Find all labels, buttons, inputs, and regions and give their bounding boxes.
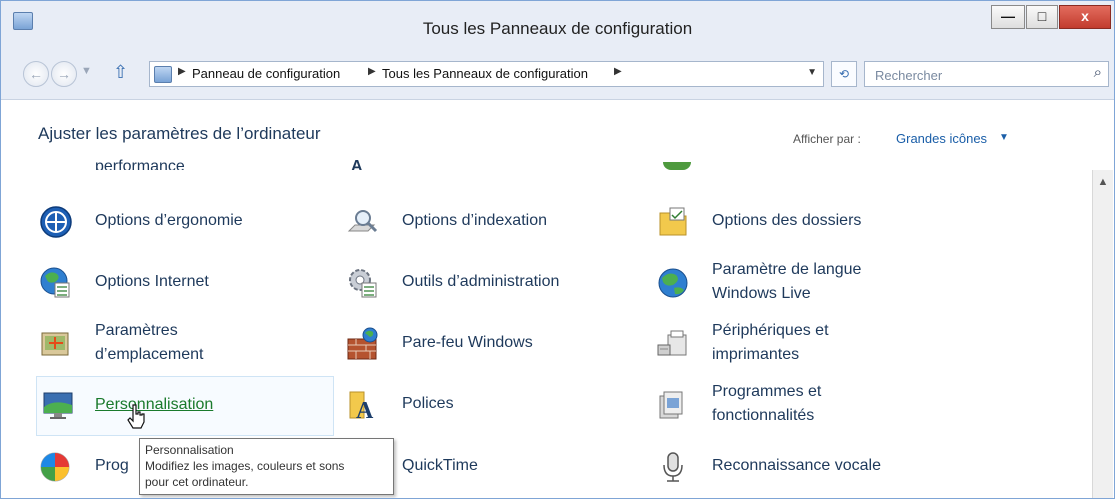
- breadcrumb-all-control-panel-items[interactable]: Tous les Panneaux de configuration: [382, 66, 588, 81]
- search-input[interactable]: [873, 65, 1077, 85]
- breadcrumb-separator-icon[interactable]: ▶: [178, 66, 186, 77]
- partial-item-label[interactable]: A: [351, 158, 363, 170]
- internet-options-icon: [40, 267, 70, 298]
- item-windows-live-language[interactable]: Paramètre de langue Windows Live: [656, 254, 986, 310]
- item-label-line-2: d’emplacement: [95, 346, 204, 363]
- item-label: Options Internet: [95, 273, 209, 290]
- tooltip: Personnalisation Modifiez les images, co…: [139, 438, 394, 495]
- control-panel-window: Tous les Panneaux de configuration — □ x…: [0, 0, 1115, 499]
- personalization-icon: [43, 392, 73, 419]
- scroll-up-arrow-icon[interactable]: ▲: [1093, 176, 1113, 188]
- item-label: Options d’indexation: [402, 212, 547, 229]
- item-label: QuickTime: [402, 457, 478, 474]
- back-button[interactable]: ←: [23, 61, 49, 87]
- partial-globe-icon: [663, 162, 691, 170]
- item-label: Options d’ergonomie: [95, 212, 243, 229]
- item-label-line-1: Programmes et: [712, 383, 822, 400]
- item-label-line-1: Périphériques et: [712, 322, 829, 339]
- item-label: Reconnaissance vocale: [712, 457, 881, 474]
- indexing-options-icon: [347, 210, 378, 233]
- view-by-label: Afficher par :: [793, 132, 861, 146]
- item-personalization[interactable]: Personnalisation: [36, 376, 334, 436]
- content-area: Ajuster les paramètres de l’ordinateur A…: [1, 100, 1114, 498]
- minimize-icon: —: [1001, 8, 1015, 24]
- up-arrow-icon[interactable]: ⇧: [113, 62, 128, 83]
- item-devices-printers[interactable]: Périphériques et imprimantes: [656, 315, 986, 371]
- close-button[interactable]: x: [1059, 5, 1111, 29]
- item-label-line-2: fonctionnalités: [712, 407, 815, 424]
- address-bar[interactable]: ▶ Panneau de configuration ▶ Tous les Pa…: [149, 61, 824, 87]
- refresh-icon: ⟲: [838, 67, 850, 81]
- search-icon[interactable]: ⌕: [1094, 64, 1102, 81]
- tooltip-title: Personnalisation: [145, 443, 234, 457]
- item-location-settings[interactable]: Paramètres d’emplacement: [39, 315, 329, 371]
- fonts-icon: A: [349, 391, 374, 422]
- firewall-icon: [347, 327, 378, 360]
- vertical-scrollbar[interactable]: ▲: [1092, 170, 1113, 498]
- forward-arrow-icon: →: [57, 66, 71, 82]
- breadcrumb-separator-icon[interactable]: ▶: [368, 66, 376, 77]
- tooltip-line-2: pour cet ordinateur.: [145, 475, 249, 489]
- location-settings-icon: [41, 332, 69, 356]
- maximize-icon: □: [1037, 8, 1047, 24]
- svg-text:A: A: [356, 398, 374, 422]
- item-windows-firewall[interactable]: Pare-feu Windows: [346, 315, 646, 371]
- item-indexing-options[interactable]: Options d’indexation: [346, 193, 646, 249]
- window-title: Tous les Panneaux de configuration: [422, 19, 693, 38]
- speech-recognition-icon: [663, 452, 683, 482]
- back-arrow-icon: ←: [29, 66, 43, 82]
- forward-button[interactable]: →: [51, 61, 77, 87]
- devices-printers-icon: [657, 330, 687, 356]
- address-dropdown-icon[interactable]: ▼: [807, 67, 817, 78]
- page-title: Ajuster les paramètres de l’ordinateur: [38, 124, 321, 143]
- ease-of-access-icon: [40, 206, 72, 238]
- item-label-line-2: Windows Live: [712, 285, 811, 302]
- close-icon: x: [1081, 8, 1089, 24]
- item-ease-of-access[interactable]: Options d’ergonomie: [39, 193, 329, 249]
- refresh-button[interactable]: ⟲: [831, 61, 857, 87]
- item-default-programs[interactable]: Prog: [39, 438, 139, 494]
- item-speech-recognition[interactable]: Reconnaissance vocale: [656, 438, 986, 494]
- item-programs-features[interactable]: Programmes et fonctionnalités: [656, 376, 986, 432]
- view-by-dropdown[interactable]: Grandes icônes: [896, 131, 987, 146]
- item-label-line-1: Paramètre de langue: [712, 261, 862, 278]
- item-label: Options des dossiers: [712, 212, 862, 229]
- item-label: Prog: [95, 457, 129, 474]
- item-internet-options[interactable]: Options Internet: [39, 254, 329, 310]
- item-label: Polices: [402, 395, 454, 412]
- item-fonts[interactable]: A Polices: [346, 376, 646, 432]
- maximize-button[interactable]: □: [1026, 5, 1058, 29]
- programs-features-icon: [659, 391, 683, 419]
- item-folder-options[interactable]: Options des dossiers: [656, 193, 956, 249]
- minimize-button[interactable]: —: [991, 5, 1025, 29]
- item-label: Outils d’administration: [402, 273, 560, 290]
- folder-options-icon: [659, 207, 687, 236]
- hand-cursor-icon: [127, 404, 145, 429]
- item-label: Personnalisation: [95, 396, 214, 413]
- recent-pages-dropdown-icon[interactable]: ▼: [81, 65, 92, 77]
- search-box[interactable]: ⌕: [864, 61, 1109, 87]
- administrative-tools-icon: [349, 269, 377, 298]
- control-panel-icon: [154, 66, 172, 83]
- view-by-dropdown-arrow-icon[interactable]: ▼: [999, 132, 1009, 143]
- item-label-line-2: imprimantes: [712, 346, 800, 363]
- windows-live-language-icon: [658, 268, 688, 298]
- item-administrative-tools[interactable]: Outils d’administration: [346, 254, 646, 310]
- item-label-line-1: Paramètres: [95, 322, 178, 339]
- title-bar: Tous les Panneaux de configuration — □ x: [1, 1, 1114, 49]
- navigation-bar: ← → ▼ ⇧ ▶ Panneau de configuration ▶ Tou…: [1, 49, 1114, 100]
- item-label: Pare-feu Windows: [402, 334, 533, 351]
- partial-item-label[interactable]: performance: [95, 158, 185, 170]
- default-programs-icon: [40, 452, 70, 482]
- tooltip-line-1: Modifiez les images, couleurs et sons: [145, 459, 345, 473]
- breadcrumb-separator-icon[interactable]: ▶: [614, 66, 622, 77]
- breadcrumb-control-panel[interactable]: Panneau de configuration: [192, 66, 340, 81]
